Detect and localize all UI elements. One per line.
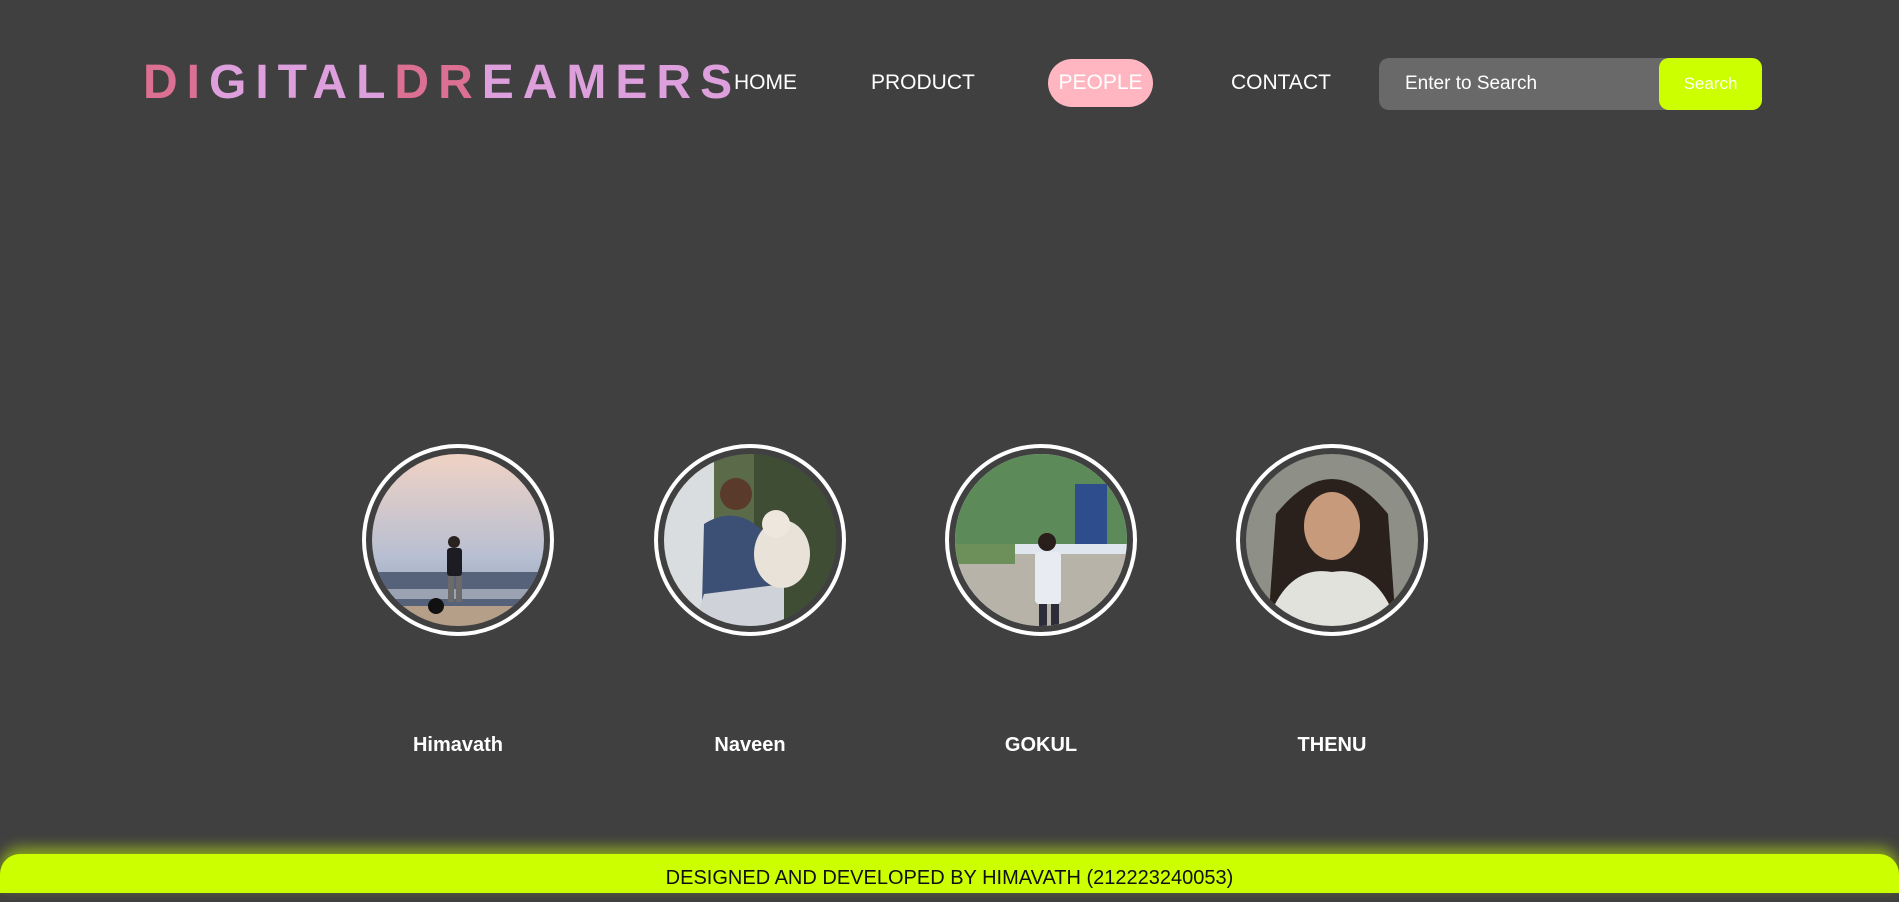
avatar [945, 444, 1137, 636]
person-name: THENU [1297, 734, 1367, 756]
site-footer: DESIGNED AND DEVELOPED BY HIMAVATH (2122… [0, 854, 1899, 893]
logo-part: GITAL [209, 56, 395, 109]
person-card: THENU [1236, 444, 1428, 756]
person-name: Naveen [714, 734, 786, 756]
avatar-photo [372, 454, 544, 626]
avatar [654, 444, 846, 636]
nav-home-link[interactable]: HOME [734, 59, 797, 107]
nav-people-link[interactable]: PEOPLE [1048, 59, 1153, 107]
avatar-photo [1246, 454, 1418, 626]
nav-product-link[interactable]: PRODUCT [871, 59, 975, 107]
person-name: Himavath [412, 734, 504, 756]
person-card: Naveen [654, 444, 846, 756]
logo-part: DI [143, 56, 209, 109]
search-button[interactable]: Search [1659, 58, 1762, 110]
site-header: DIGITALDREAMERS HOME PRODUCT PEOPLE CONT… [0, 0, 1899, 170]
search-input[interactable] [1379, 58, 1659, 110]
avatar-photo [955, 454, 1127, 626]
person-card: GOKUL [945, 444, 1137, 756]
footer-text: DESIGNED AND DEVELOPED BY HIMAVATH (2122… [665, 867, 1234, 889]
nav-contact-link[interactable]: CONTACT [1231, 59, 1331, 107]
site-logo[interactable]: DIGITALDREAMERS [143, 55, 741, 111]
avatar [1236, 444, 1428, 636]
avatar [362, 444, 554, 636]
logo-part: EAMERS [481, 56, 742, 109]
search-form: Search [1379, 58, 1762, 110]
avatar-photo [664, 454, 836, 626]
logo-part: DR [394, 56, 482, 109]
person-name: GOKUL [1004, 734, 1078, 756]
person-card: Himavath [362, 444, 554, 756]
